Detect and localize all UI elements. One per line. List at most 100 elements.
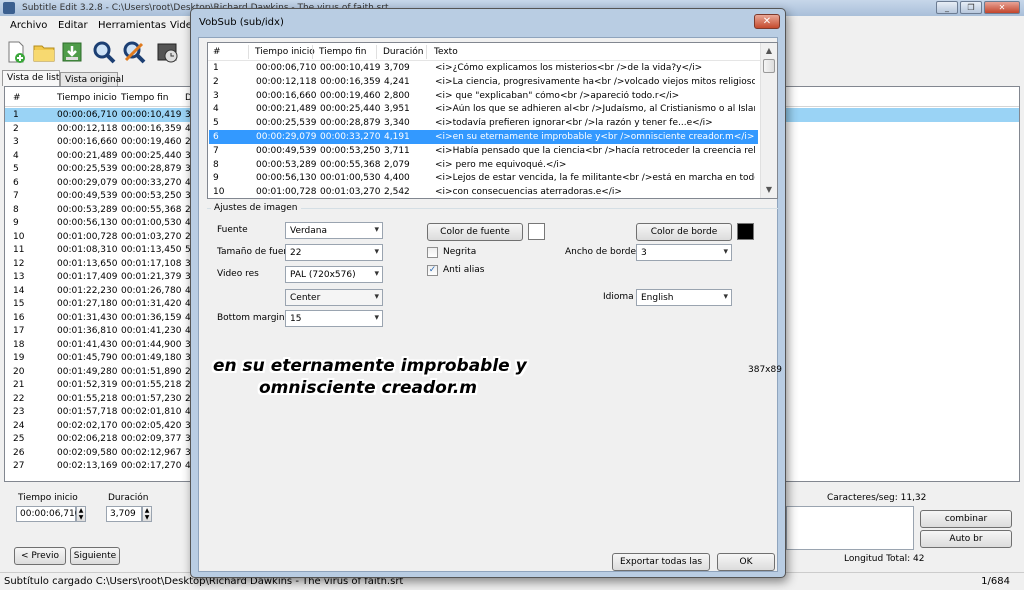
list-header-number[interactable]: # bbox=[213, 47, 221, 57]
auto-br-button[interactable]: Auto br bbox=[920, 530, 1012, 548]
list-cell: 9 bbox=[213, 173, 219, 184]
open-folder-icon[interactable] bbox=[32, 40, 56, 64]
list-cell: <i> pero me equivoqué.</i> bbox=[435, 159, 567, 170]
table-cell: 00:00:55,368 bbox=[121, 204, 182, 215]
menu-archivo[interactable]: Archivo bbox=[10, 20, 47, 31]
maximize-button[interactable]: ❐ bbox=[960, 1, 982, 14]
list-item[interactable]: 4 00:00:21,489 00:00:25,440 3,951 <i>Aún los… bbox=[209, 102, 758, 116]
list-item[interactable]: 2 00:00:12,118 00:00:16,359 4,241 <i>La cien… bbox=[209, 75, 758, 89]
start-time-spinner[interactable]: ▲ ▼ bbox=[76, 506, 86, 522]
video-icon[interactable] bbox=[156, 40, 180, 64]
anti-alias-checkbox[interactable]: ✓ bbox=[427, 265, 438, 276]
list-item[interactable]: 3 00:00:16,660 00:00:19,460 2,800 <i> que "e… bbox=[209, 89, 758, 103]
scroll-up-icon[interactable]: ▲ bbox=[761, 43, 777, 59]
table-cell: 00:01:49,280 bbox=[57, 366, 118, 377]
table-cell: 19 bbox=[13, 353, 25, 363]
subtitle-text-box[interactable] bbox=[786, 506, 914, 550]
list-item[interactable]: 5 00:00:25,539 00:00:28,879 3,340 <i>todavía… bbox=[209, 116, 758, 130]
tab-original-view[interactable]: Vista original bbox=[60, 72, 124, 86]
new-file-icon[interactable] bbox=[4, 40, 28, 64]
font-color-swatch[interactable] bbox=[528, 223, 545, 240]
video-res-select[interactable]: PAL (720x576) bbox=[285, 266, 383, 283]
list-item[interactable]: 7 00:00:49,539 00:00:53,250 3,711 <i>Había p… bbox=[209, 144, 758, 158]
list-cell: 00:00:49,539 bbox=[256, 145, 317, 156]
list-cell: 00:00:28,879 bbox=[320, 118, 381, 129]
list-cell: 5 bbox=[213, 118, 219, 129]
dialog-list-scrollbar[interactable]: ▲ ▼ bbox=[760, 43, 777, 198]
list-header-end[interactable]: Tiempo fin bbox=[319, 47, 366, 57]
list-header-start[interactable]: Tiempo inicio bbox=[255, 47, 315, 57]
dialog-close-button[interactable]: ✕ bbox=[754, 14, 780, 29]
table-cell: 12 bbox=[13, 258, 25, 269]
scroll-down-icon[interactable]: ▼ bbox=[761, 182, 777, 198]
border-color-button[interactable]: Color de borde bbox=[636, 223, 732, 241]
font-color-button[interactable]: Color de fuente bbox=[427, 223, 523, 241]
table-cell: 11 bbox=[13, 245, 25, 255]
border-width-select[interactable]: 3 bbox=[636, 244, 732, 261]
list-header-text[interactable]: Texto bbox=[434, 47, 458, 57]
table-cell: 00:01:13,650 bbox=[57, 258, 118, 269]
table-cell: 00:00:53,289 bbox=[57, 204, 118, 215]
duration-field[interactable]: 3,709 bbox=[106, 506, 142, 522]
alignment-select[interactable]: Center bbox=[285, 289, 383, 306]
previous-button[interactable]: < Previo bbox=[14, 547, 66, 565]
grid-header-end[interactable]: Tiempo fin bbox=[121, 93, 168, 103]
grid-header-number[interactable]: # bbox=[13, 93, 21, 103]
table-cell: 00:01:49,180 bbox=[121, 353, 182, 363]
list-header-duration[interactable]: Duración bbox=[383, 47, 424, 57]
table-cell: 00:00:29,079 bbox=[57, 177, 118, 188]
list-item[interactable]: 10 00:01:00,728 00:01:03,270 2,542 <i>con co… bbox=[209, 185, 758, 198]
table-cell: 00:02:01,810 bbox=[121, 407, 182, 417]
table-cell: 00:00:16,660 bbox=[57, 137, 118, 147]
list-item[interactable]: 8 00:00:53,289 00:00:55,368 2,079 <i> pero m… bbox=[209, 158, 758, 172]
list-cell: 00:00:12,118 bbox=[256, 76, 317, 87]
tab-list-view[interactable]: Vista de lista bbox=[2, 70, 65, 86]
start-time-field[interactable]: 00:00:06,710 bbox=[16, 506, 80, 522]
dialog-list-header: # Tiempo inicio Tiempo fin Duración Text… bbox=[208, 43, 777, 61]
table-cell: 24 bbox=[13, 420, 25, 431]
list-cell: 00:00:16,660 bbox=[256, 90, 317, 101]
font-select[interactable]: Verdana bbox=[285, 222, 383, 239]
list-cell: 00:00:25,440 bbox=[320, 104, 381, 115]
list-item[interactable]: 1 00:00:06,710 00:00:10,419 3,709 <i>¿Cómo e… bbox=[209, 61, 758, 75]
search-icon[interactable] bbox=[92, 40, 116, 64]
table-cell: 14 bbox=[13, 285, 25, 296]
table-cell: 00:01:57,718 bbox=[57, 407, 118, 417]
replace-icon[interactable] bbox=[122, 40, 146, 64]
list-cell: 00:01:00,530 bbox=[320, 173, 381, 184]
export-all-button[interactable]: Exportar todas las bbox=[612, 553, 710, 571]
list-item[interactable]: 6 00:00:29,079 00:00:33,270 4,191 <i>en su e… bbox=[209, 130, 758, 144]
table-cell: 00:00:49,539 bbox=[57, 191, 118, 201]
table-cell: 00:02:12,967 bbox=[121, 447, 182, 458]
font-label: Fuente bbox=[217, 225, 248, 235]
list-cell: 3,711 bbox=[384, 145, 410, 156]
list-cell: 4,241 bbox=[384, 76, 410, 87]
next-button[interactable]: Siguiente bbox=[70, 547, 120, 565]
close-window-button[interactable]: ✕ bbox=[984, 1, 1020, 14]
bottom-margin-select[interactable]: 15 bbox=[285, 310, 383, 327]
table-cell: 10 bbox=[13, 231, 25, 242]
scroll-thumb[interactable] bbox=[763, 59, 775, 73]
save-icon[interactable] bbox=[60, 40, 84, 64]
duration-spinner[interactable]: ▲ ▼ bbox=[142, 506, 152, 522]
table-cell: 00:00:16,359 bbox=[121, 123, 182, 134]
combine-button[interactable]: combinar bbox=[920, 510, 1012, 528]
ok-button[interactable]: OK bbox=[717, 553, 775, 571]
list-item[interactable]: 9 00:00:56,130 00:01:00,530 4,400 <i>Lejos d… bbox=[209, 171, 758, 185]
bold-checkbox[interactable] bbox=[427, 247, 438, 258]
table-cell: 00:02:09,377 bbox=[121, 434, 182, 444]
border-color-swatch[interactable] bbox=[737, 223, 754, 240]
list-cell: 00:00:55,368 bbox=[320, 159, 381, 170]
minimize-button[interactable]: _ bbox=[936, 1, 958, 14]
image-settings-group: Ajustes de imagen Fuente Verdana Tamaño … bbox=[207, 203, 778, 346]
grid-header-start[interactable]: Tiempo inicio bbox=[57, 93, 117, 103]
table-cell: 00:00:28,879 bbox=[121, 164, 182, 174]
menu-video[interactable]: Vide bbox=[170, 20, 192, 31]
dialog-subtitle-list[interactable]: # Tiempo inicio Tiempo fin Duración Text… bbox=[207, 42, 778, 199]
menu-editar[interactable]: Editar bbox=[58, 20, 88, 31]
font-size-select[interactable]: 22 bbox=[285, 244, 383, 261]
preview-line-2: omnisciente creador.m bbox=[259, 378, 477, 398]
menu-herramientas[interactable]: Herramientas bbox=[98, 20, 166, 31]
table-cell: 00:02:05,420 bbox=[121, 420, 182, 431]
language-select[interactable]: English bbox=[636, 289, 732, 306]
